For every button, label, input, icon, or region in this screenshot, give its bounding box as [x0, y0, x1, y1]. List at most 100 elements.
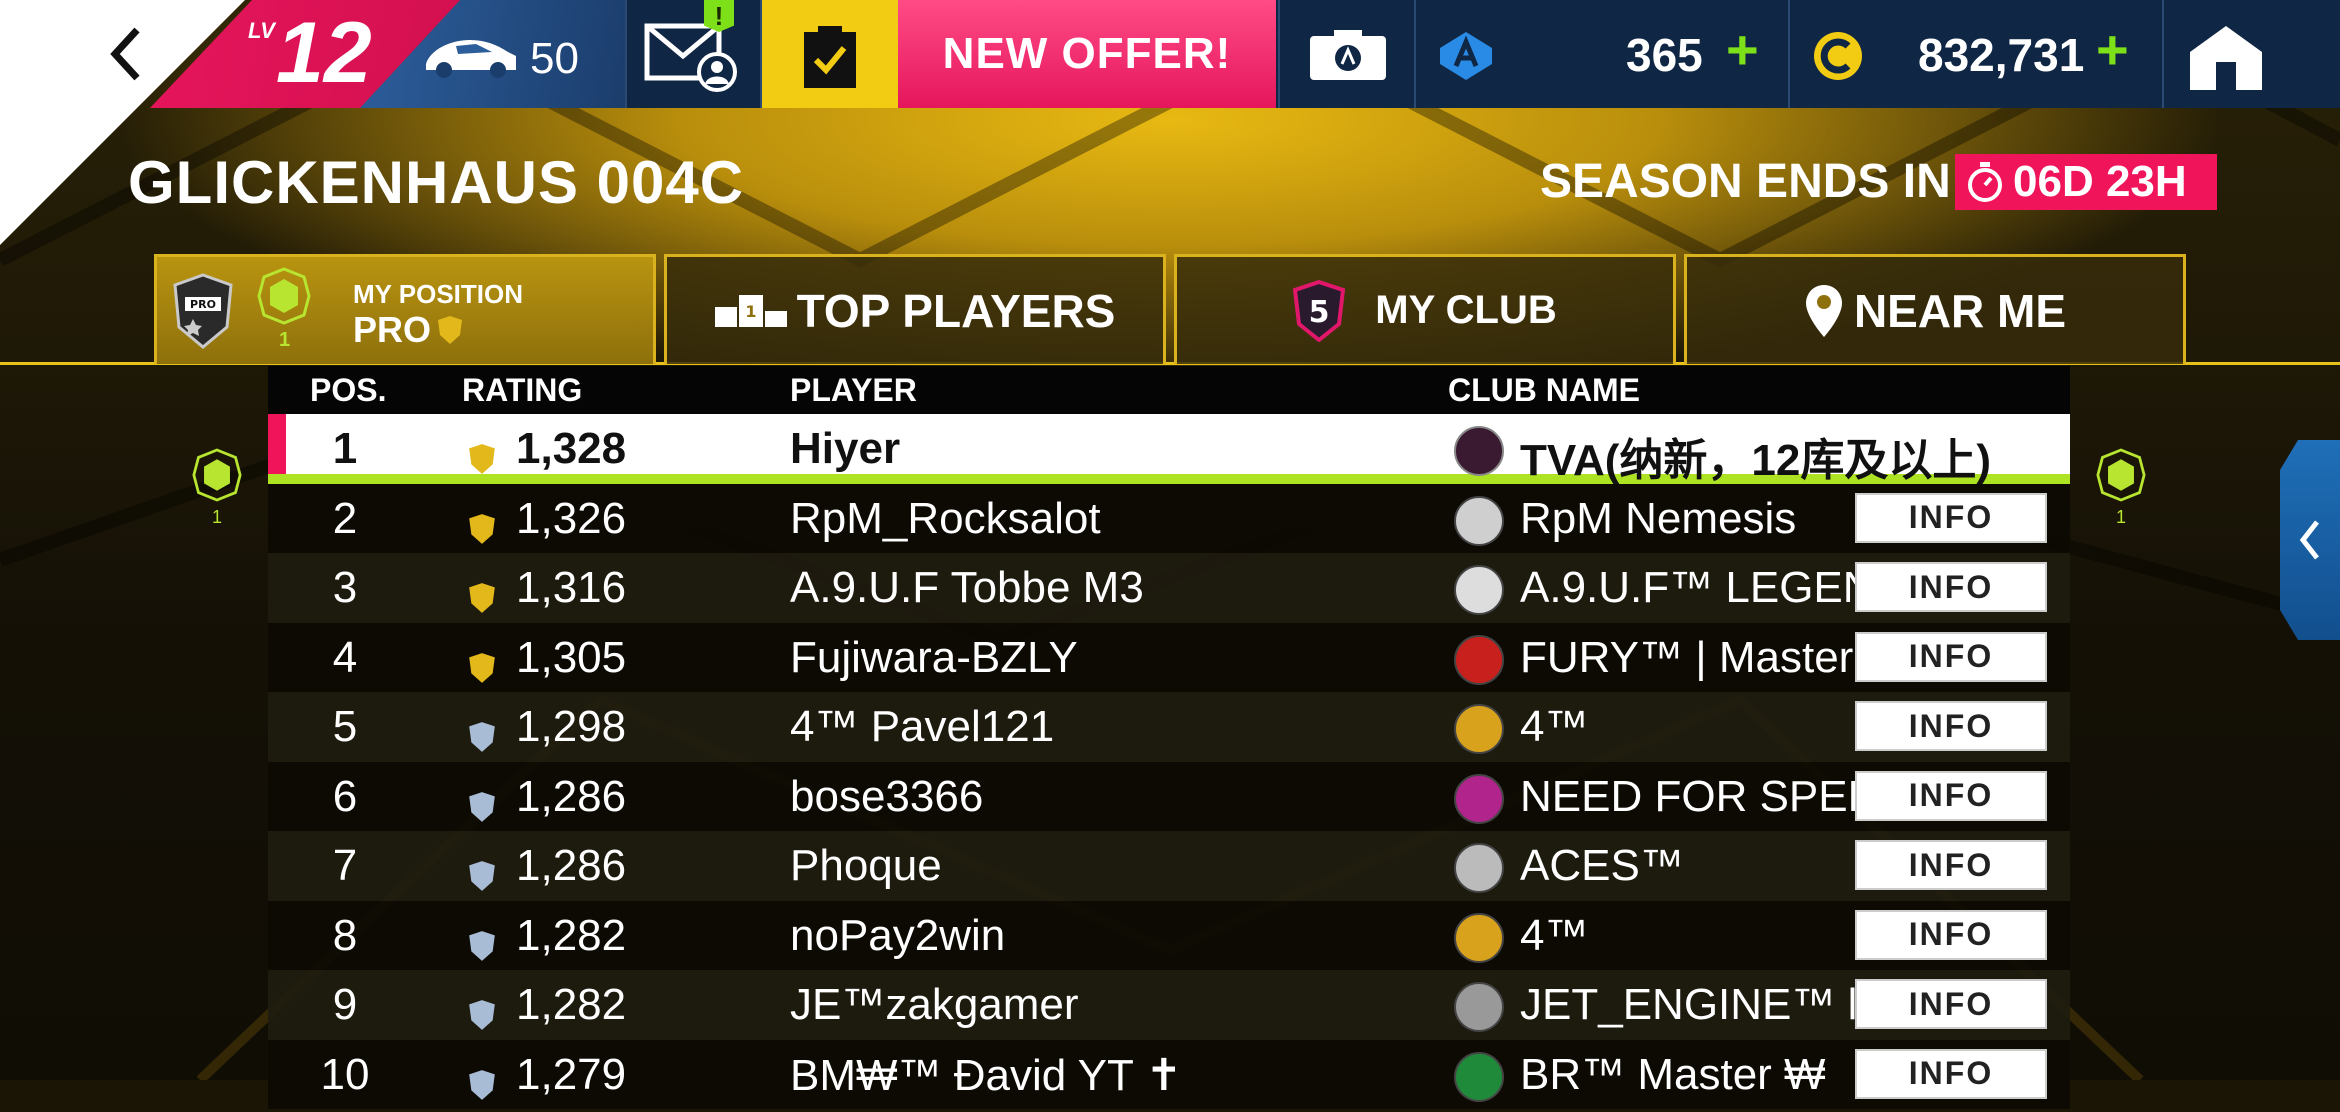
row-rating: 1,282 — [516, 910, 627, 960]
info-button[interactable]: INFO — [1855, 562, 2047, 612]
info-button[interactable]: INFO — [1855, 979, 2047, 1029]
tab-near-me-label: NEAR ME — [1853, 284, 2067, 337]
tab-my-club-label: MY CLUB — [1375, 288, 1557, 332]
club-emblem-icon — [1454, 426, 1504, 476]
row-player-name: JE™zakgamer — [790, 980, 1079, 1029]
season-label: SEASON ENDS IN — [1540, 155, 1951, 208]
info-button[interactable]: INFO — [1855, 1048, 2047, 1099]
row-rating: 1,326 — [516, 493, 627, 543]
row-position: 1 — [332, 424, 358, 473]
rating-shield-icon — [468, 923, 496, 973]
right-rank-marker: 1 — [2096, 448, 2146, 528]
home-icon — [2190, 26, 2262, 90]
leaderboard-row[interactable]: 2 1,326 RpM_Rocksalot RpM Nemesis INFO — [268, 483, 2070, 553]
row-position: 8 — [332, 910, 358, 960]
credits-coin-icon — [1814, 32, 1862, 80]
info-button[interactable]: INFO — [1855, 701, 2047, 751]
leaderboard-row[interactable]: 10 1,279 BM₩™ Đavid YT ✝ BR™ Master ₩ INFO — [268, 1039, 2070, 1109]
home-button[interactable] — [2162, 0, 2288, 108]
my-position-label: MY POSITION — [353, 279, 523, 309]
my-leaderboard-row[interactable]: 1 1,328 Hiyer TVA(纳新，12库及以上) — [268, 414, 2070, 485]
rating-shield-icon — [468, 784, 496, 834]
info-button[interactable]: INFO — [1855, 909, 2047, 960]
tab-my-club[interactable]: 5 MY CLUB — [1174, 254, 1676, 364]
club-emblem-icon — [1454, 1051, 1504, 1102]
row-player-name: Phoque — [790, 841, 942, 890]
stopwatch-icon — [1968, 162, 2002, 202]
info-button[interactable]: INFO — [1855, 770, 2047, 821]
left-rank-marker: 1 — [192, 448, 242, 528]
leaderboard-row[interactable]: 8 1,282 noPay2win 4™ INFO — [268, 900, 2070, 973]
mail-notification-badge: ! — [704, 0, 734, 32]
header-pos: POS. — [310, 372, 387, 408]
leaderboard-row[interactable]: 9 1,282 JE™zakgamer JET_ENGINE™ ll INFO — [268, 970, 2070, 1040]
events-button[interactable] — [760, 0, 898, 108]
car-icon — [426, 40, 516, 78]
club-emblem-icon — [1454, 912, 1504, 963]
row-rating: 1,298 — [516, 702, 627, 751]
cars-count: 50 — [530, 34, 579, 83]
podium-icon: 1 — [714, 294, 787, 327]
row-rating: 1,316 — [516, 563, 627, 612]
rank-emblem-icon — [257, 267, 311, 325]
left-rank-number: 1 — [211, 507, 222, 527]
row-rating: 1,279 — [516, 1049, 627, 1099]
tokens-count: 365 — [1626, 29, 1703, 81]
tab-top-players-label: TOP PLAYERS — [796, 284, 1116, 337]
photo-mode-button[interactable] — [1278, 0, 1414, 108]
leaderboard-row[interactable]: 5 1,298 4™ Pavel121 4™ INFO — [268, 692, 2070, 762]
level-number: 12 — [276, 5, 372, 101]
add-credits-icon[interactable]: + — [2096, 22, 2129, 78]
pro-league-emblem-icon: PRO — [173, 273, 233, 349]
leaderboard-rows: 1 1,328 Hiyer TVA(纳新，12库及以上) 2 1,326 RpM_Rocks… — [268, 414, 2070, 1109]
svg-text:PRO: PRO — [190, 298, 216, 311]
row-player-name: A.9.U.F Tobbe M3 — [790, 563, 1144, 612]
row-position: 10 — [320, 1049, 370, 1099]
right-rank-number: 1 — [2115, 507, 2126, 527]
info-button[interactable]: INFO — [1855, 492, 2047, 543]
new-offer-button[interactable]: NEW OFFER! — [898, 0, 1276, 108]
leaderboard-row[interactable]: 7 1,286 Phoque ACES™ INFO — [268, 831, 2070, 901]
info-button[interactable]: INFO — [1855, 631, 2047, 682]
row-player-name: Fujiwara-BZLY — [790, 632, 1078, 682]
tab-near-me[interactable]: NEAR ME — [1684, 254, 2186, 364]
row-position: 4 — [332, 632, 358, 682]
location-pin-icon — [1805, 284, 1842, 337]
club-emblem-icon — [1454, 982, 1504, 1032]
event-title: GLICKENHAUS 004C — [128, 149, 745, 216]
gold-shield-icon — [438, 316, 462, 344]
camera-icon — [1310, 30, 1386, 80]
leaderboard-row[interactable]: 6 1,286 bose3366 NEED FOR SPEE INFO — [268, 761, 2070, 834]
top-bar: 50 LV 12 ! NEW OFFER! 365 + 832,731 + — [0, 0, 2340, 245]
row-player-name: 4™ Pavel121 — [790, 702, 1055, 751]
add-tokens-icon[interactable]: + — [1726, 22, 1759, 78]
club-emblem-icon — [1454, 565, 1504, 615]
club-emblem-icon — [1454, 634, 1504, 685]
mail-button[interactable] — [625, 0, 762, 108]
credits-panel[interactable]: 832,731 + — [1788, 0, 2162, 108]
row-player-name: noPay2win — [790, 910, 1006, 960]
rank-emblem-icon — [2096, 448, 2146, 502]
rating-shield-icon — [468, 992, 496, 1042]
tokens-panel[interactable]: 365 + — [1414, 0, 1788, 108]
leaderboard-row[interactable]: 4 1,305 Fujiwara-BZLY FURY™ | Master INFO — [268, 622, 2070, 695]
tab-my-position[interactable]: PRO 1 MY POSITION PRO — [154, 254, 656, 364]
row-club-name: TVA(纳新，12库及以上) — [1520, 436, 1991, 485]
rating-shield-icon — [468, 645, 496, 695]
header-rating: RATING — [462, 372, 583, 408]
row-player-name: Hiyer — [790, 424, 901, 473]
row-rating: 1,286 — [516, 771, 627, 821]
row-player-name: RpM_Rocksalot — [790, 493, 1101, 543]
back-button[interactable] — [80, 14, 170, 94]
clipboard-check-icon — [804, 26, 856, 88]
row-position: 2 — [332, 493, 358, 543]
side-panel-toggle[interactable] — [2280, 440, 2340, 640]
header-club: CLUB NAME — [1448, 372, 1640, 408]
rank-emblem-icon — [192, 448, 242, 502]
row-position: 7 — [332, 841, 358, 890]
svg-text:5: 5 — [1309, 295, 1330, 330]
tab-top-players[interactable]: 1 TOP PLAYERS — [664, 254, 1166, 364]
leaderboard-row[interactable]: 3 1,316 A.9.U.F Tobbe M3 A.9.U.F™ LEGEN INFO — [268, 553, 2070, 623]
chevron-left-icon — [2299, 520, 2319, 560]
info-button[interactable]: INFO — [1855, 840, 2047, 890]
